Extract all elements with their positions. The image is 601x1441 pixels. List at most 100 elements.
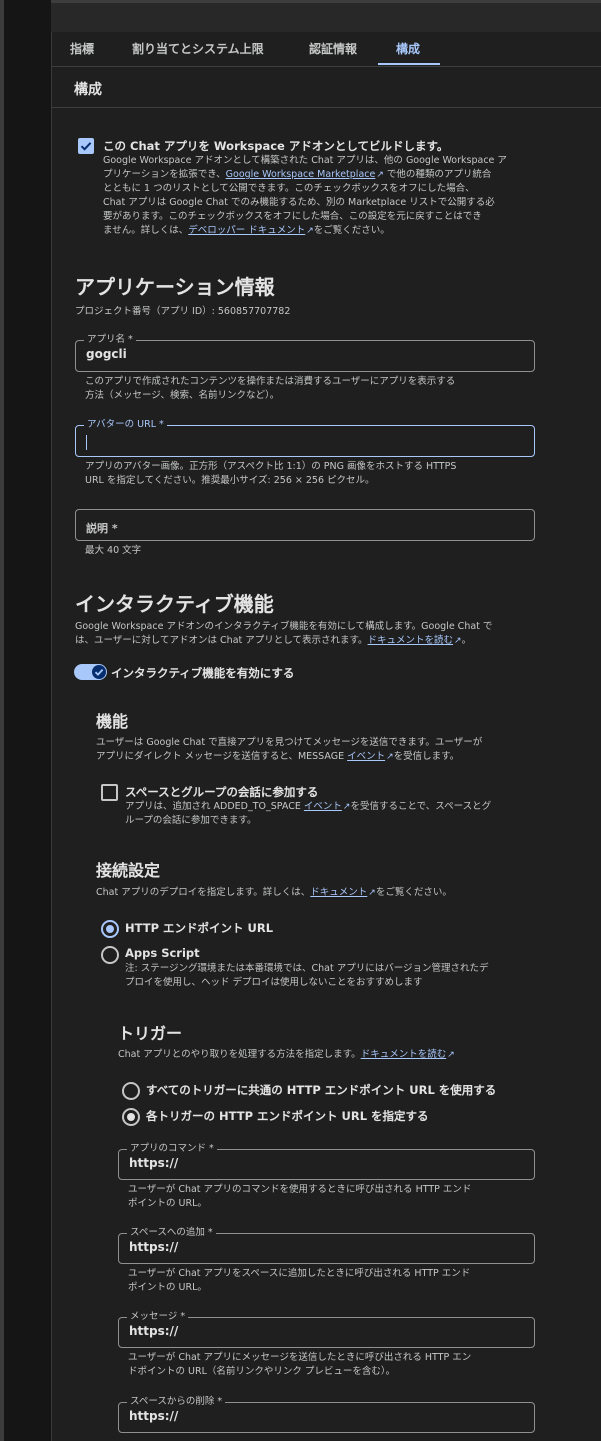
features-description: ユーザーは Google Chat で直接アプリを見つけてメッセージを送信できま… bbox=[96, 736, 536, 764]
app-name-help: このアプリで作成されたコンテンツを操作または消費するユーザーにアプリを表示する … bbox=[85, 375, 525, 403]
join-spaces-description: アプリは、追加され ADDED_TO_SPACE イベント↗を受信することで、ス… bbox=[125, 800, 545, 828]
app-command-url-field[interactable]: アプリのコマンド * https:// bbox=[118, 1143, 535, 1180]
text: プリケーションを拡張でき、 bbox=[103, 169, 226, 180]
join-spaces-checkbox[interactable] bbox=[101, 784, 118, 801]
external-link-icon: ↗ bbox=[368, 888, 376, 898]
field-label: メッセージ * bbox=[127, 1311, 189, 1323]
field-value: https:// bbox=[129, 1156, 179, 1170]
avatar-url-help: アプリのアバター画像。正方形（アスペクト比 1:1）の PNG 画像をホストする… bbox=[85, 460, 525, 488]
interactive-heading: インタラクティブ機能 bbox=[75, 592, 274, 616]
text: を受信することで、スペースとグ bbox=[350, 801, 492, 812]
external-link-icon: ↗ bbox=[376, 170, 384, 180]
developer-docs-link[interactable]: デベロッパー ドキュメント bbox=[188, 225, 305, 236]
removed-from-space-url-field[interactable]: スペースからの削除 * https:// bbox=[118, 1396, 535, 1433]
http-endpoint-radio[interactable] bbox=[101, 920, 119, 938]
addon-checkbox-label: この Chat アプリを Workspace アドオンとしてビルドします。 bbox=[103, 139, 449, 153]
message-url-field[interactable]: メッセージ * https:// bbox=[118, 1311, 535, 1348]
text: を受信します。 bbox=[393, 751, 460, 762]
check-icon bbox=[80, 142, 92, 151]
triggers-description: Chat アプリとのやり取りを処理する方法を指定します。ドキュメントを読む↗ bbox=[118, 1048, 548, 1062]
description-placeholder: 説明 * bbox=[86, 522, 118, 535]
app-command-help: ユーザーが Chat アプリのコマンドを使用するときに呼び出される HTTP エ… bbox=[128, 1183, 528, 1211]
join-spaces-label: スペースとグループの会話に参加する bbox=[125, 785, 319, 799]
interactive-description: Google Workspace アドオンのインタラクティブ機能を有効にして構成… bbox=[75, 620, 545, 648]
project-number: プロジェクト番号（アプリ ID）: 560857707782 bbox=[75, 306, 291, 317]
text: は、ユーザーに対してアドオンは Chat アプリとして表示されます。 bbox=[75, 635, 368, 646]
text: Chat アプリとのやり取りを処理する方法を指定します。 bbox=[118, 1049, 361, 1060]
per-trigger-endpoint-label: 各トリガーの HTTP エンドポイント URL を指定する bbox=[146, 1109, 429, 1123]
field-value: https:// bbox=[129, 1240, 179, 1254]
desc-line: アプリにダイレクト メッセージを送信すると、MESSAGE イベント↗を受信しま… bbox=[96, 750, 536, 764]
app-name-value: gogcli bbox=[86, 347, 127, 361]
help-line: このアプリで作成されたコンテンツを操作または消費するユーザーにアプリを表示する bbox=[85, 376, 456, 387]
apps-script-note: 注: ステージング環境または本番環境では、Chat アプリにはバージョン管理され… bbox=[125, 962, 545, 990]
help-line: ユーザーが Chat アプリのコマンドを使用するときに呼び出される HTTP エ… bbox=[128, 1184, 472, 1195]
desc-line: は、ユーザーに対してアドオンは Chat アプリとして表示されます。ドキュメント… bbox=[75, 634, 545, 648]
event-link[interactable]: イベント bbox=[304, 801, 342, 812]
read-docs-link[interactable]: ドキュメントを読む bbox=[361, 1049, 447, 1060]
text: 。 bbox=[461, 635, 472, 646]
top-bar bbox=[51, 0, 601, 32]
marketplace-link[interactable]: Google Workspace Marketplace bbox=[226, 169, 376, 180]
interactive-toggle[interactable] bbox=[74, 664, 107, 680]
field-label: スペースからの削除 * bbox=[127, 1396, 226, 1408]
text: アプリは、追加され ADDED_TO_SPACE bbox=[125, 801, 304, 812]
note-line: 注: ステージング環境または本番環境では、Chat アプリにはバージョン管理され… bbox=[125, 963, 489, 974]
addon-desc-line: 要があります。このチェックボックスをオフにした場合、この設定を元に戻すことはでき bbox=[103, 211, 482, 222]
desc-line: ユーザーは Google Chat で直接アプリを見つけてメッセージを送信できま… bbox=[96, 737, 483, 748]
desc-line: ループの会話に参加できます。 bbox=[125, 815, 257, 826]
connection-description: Chat アプリのデプロイを指定します。詳しくは、ドキュメント↗をご覧ください。 bbox=[96, 886, 546, 900]
addon-desc-line: Google Workspace アドオンとして構築された Chat アプリは、… bbox=[103, 155, 507, 166]
section-title: 構成 bbox=[74, 82, 102, 98]
added-to-space-url-field[interactable]: スペースへの追加 * https:// bbox=[118, 1227, 535, 1264]
apps-script-radio[interactable] bbox=[101, 946, 119, 964]
tab-metrics[interactable]: 指標 bbox=[70, 34, 94, 66]
triggers-heading: トリガー bbox=[118, 1024, 183, 1043]
tab-configuration[interactable]: 構成 bbox=[396, 34, 420, 66]
event-link[interactable]: イベント bbox=[347, 751, 385, 762]
app-name-field[interactable]: アプリ名 * gogcli bbox=[75, 334, 535, 372]
help-line: 方法（メッセージ、検索、名前リンクなど）。 bbox=[85, 390, 280, 401]
external-link-icon: ↗ bbox=[386, 752, 394, 762]
per-trigger-endpoint-radio[interactable] bbox=[122, 1108, 140, 1126]
section-header: 構成 bbox=[52, 67, 601, 108]
tab-bar: 指標 割り当てとシステム上限 認証情報 構成 bbox=[52, 34, 601, 67]
external-link-icon: ↗ bbox=[447, 1050, 455, 1060]
avatar-url-field[interactable]: アバターの URL * bbox=[75, 419, 535, 457]
common-endpoint-label: すべてのトリガーに共通の HTTP エンドポイント URL を使用する bbox=[146, 1083, 497, 1097]
addon-checkbox[interactable] bbox=[78, 138, 94, 154]
apps-script-label: Apps Script bbox=[125, 946, 200, 960]
text-caret bbox=[86, 435, 87, 450]
text: アプリにダイレクト メッセージを送信すると、MESSAGE bbox=[96, 751, 348, 762]
addon-description: Google Workspace アドオンとして構築された Chat アプリは、… bbox=[103, 154, 543, 238]
message-help: ユーザーが Chat アプリにメッセージを送信したときに呼び出される HTTP … bbox=[128, 1351, 538, 1379]
app-info-heading: アプリケーション情報 bbox=[75, 275, 275, 299]
text: Chat アプリのデプロイを指定します。詳しくは、 bbox=[96, 887, 311, 898]
description-field[interactable]: 説明 * bbox=[75, 509, 535, 541]
text: をご覧ください。 bbox=[313, 225, 390, 236]
addon-desc-line: Chat アプリは Google Chat でのみ機能するため、別の Marke… bbox=[103, 197, 495, 208]
connection-heading: 接続設定 bbox=[96, 861, 161, 880]
tab-credentials[interactable]: 認証情報 bbox=[309, 34, 357, 66]
help-line: アプリのアバター画像。正方形（アスペクト比 1:1）の PNG 画像をホストする… bbox=[85, 461, 457, 472]
check-icon bbox=[94, 668, 104, 676]
help-line: ポイントの URL。 bbox=[128, 1198, 207, 1209]
desc-line: Google Workspace アドオンのインタラクティブ機能を有効にして構成… bbox=[75, 621, 493, 632]
help-line: ユーザーが Chat アプリにメッセージを送信したときに呼び出される HTTP … bbox=[128, 1352, 472, 1363]
tab-quotas[interactable]: 割り当てとシステム上限 bbox=[132, 34, 264, 66]
help-line: ドポイントの URL（名前リンクやリンク プレビューを含む）。 bbox=[128, 1366, 396, 1377]
http-endpoint-label: HTTP エンドポイント URL bbox=[125, 921, 274, 935]
features-heading: 機能 bbox=[96, 712, 129, 731]
read-docs-link[interactable]: ドキュメントを読む bbox=[368, 635, 454, 646]
text: ません。詳しくは、 bbox=[103, 225, 189, 236]
common-endpoint-radio[interactable] bbox=[122, 1082, 140, 1100]
addon-desc-line: とともに 1 つのリストとして公開できます。このチェックボックスをオフにした場合… bbox=[103, 183, 475, 194]
left-nav-gutter bbox=[4, 0, 51, 1441]
help-line: ユーザーが Chat アプリをスペースに追加したときに呼び出される HTTP エ… bbox=[128, 1268, 471, 1279]
external-link-icon: ↗ bbox=[454, 636, 462, 646]
text: で他の種類のアプリ統合 bbox=[383, 169, 492, 180]
field-label: アプリのコマンド * bbox=[127, 1143, 217, 1155]
help-line: URL を指定してください。推奨最小サイズ: 256 × 256 ピクセル。 bbox=[85, 475, 375, 486]
docs-link[interactable]: ドキュメント bbox=[310, 887, 367, 898]
note-line: プロイを使用し、ヘッド デプロイは使用しないことをおすすめします bbox=[125, 977, 423, 988]
